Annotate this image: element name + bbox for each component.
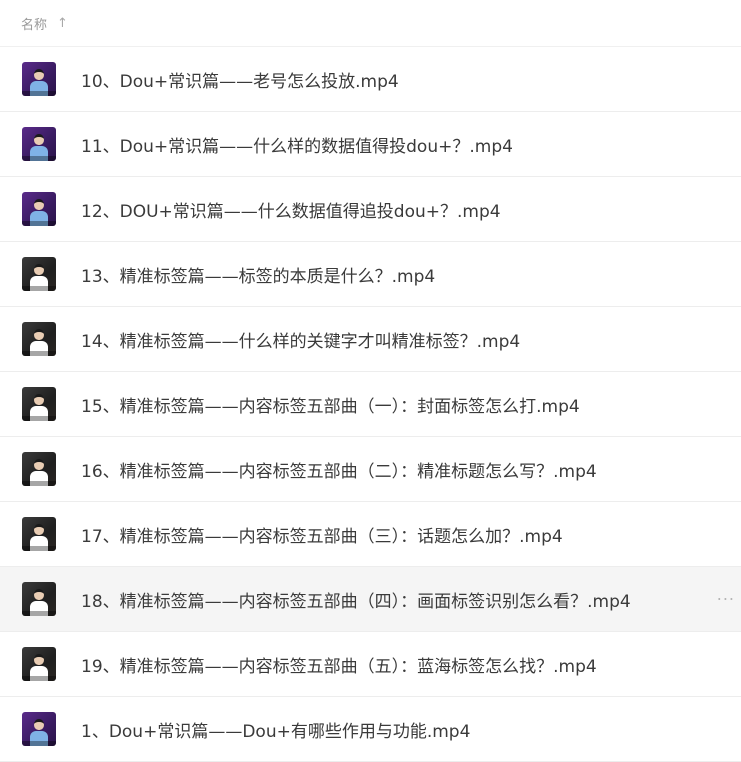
- file-name: 1、Dou+常识篇——Dou+有哪些作用与功能.mp4: [81, 721, 471, 742]
- file-name: 10、Dou+常识篇——老号怎么投放.mp4: [81, 71, 399, 92]
- file-row[interactable]: 14、精准标签篇——什么样的关键字才叫精准标签？.mp4: [0, 307, 741, 372]
- file-row[interactable]: 1、Dou+常识篇——Dou+有哪些作用与功能.mp4: [0, 697, 741, 762]
- video-thumbnail: [22, 647, 56, 681]
- video-thumbnail: [22, 257, 56, 291]
- video-thumbnail: [22, 192, 56, 226]
- name-column-header[interactable]: 名称: [21, 14, 47, 33]
- file-name: 12、DOU+常识篇——什么数据值得追投dou+？.mp4: [81, 201, 501, 222]
- file-name: 16、精准标签篇——内容标签五部曲（二）：精准标题怎么写？.mp4: [81, 461, 597, 482]
- video-thumbnail: [22, 452, 56, 486]
- file-row[interactable]: 12、DOU+常识篇——什么数据值得追投dou+？.mp4: [0, 177, 741, 242]
- file-name: 11、Dou+常识篇——什么样的数据值得投dou+？.mp4: [81, 136, 513, 157]
- file-row[interactable]: 10、Dou+常识篇——老号怎么投放.mp4: [0, 47, 741, 112]
- file-name: 14、精准标签篇——什么样的关键字才叫精准标签？.mp4: [81, 331, 521, 352]
- file-row[interactable]: 11、Dou+常识篇——什么样的数据值得投dou+？.mp4: [0, 112, 741, 177]
- file-row[interactable]: 18、精准标签篇——内容标签五部曲（四）：画面标签识别怎么看？.mp4 ···: [0, 567, 741, 632]
- video-thumbnail: [22, 712, 56, 746]
- video-thumbnail: [22, 127, 56, 161]
- video-thumbnail: [22, 387, 56, 421]
- file-row[interactable]: 17、精准标签篇——内容标签五部曲（三）：话题怎么加？.mp4: [0, 502, 741, 567]
- video-thumbnail: [22, 582, 56, 616]
- file-name: 18、精准标签篇——内容标签五部曲（四）：画面标签识别怎么看？.mp4: [81, 591, 631, 612]
- file-name: 19、精准标签篇——内容标签五部曲（五）：蓝海标签怎么找？.mp4: [81, 656, 597, 677]
- file-name: 15、精准标签篇——内容标签五部曲（一）：封面标签怎么打.mp4: [81, 396, 580, 417]
- video-thumbnail: [22, 62, 56, 96]
- file-row[interactable]: 16、精准标签篇——内容标签五部曲（二）：精准标题怎么写？.mp4: [0, 437, 741, 502]
- more-options-icon[interactable]: ···: [717, 590, 735, 609]
- file-name: 13、精准标签篇——标签的本质是什么？.mp4: [81, 266, 436, 287]
- file-row[interactable]: 19、精准标签篇——内容标签五部曲（五）：蓝海标签怎么找？.mp4: [0, 632, 741, 697]
- file-list: 10、Dou+常识篇——老号怎么投放.mp4 11、Dou+常识篇——什么样的数…: [0, 47, 741, 762]
- sort-ascending-icon[interactable]: ↑: [57, 16, 68, 31]
- video-thumbnail: [22, 322, 56, 356]
- file-name: 17、精准标签篇——内容标签五部曲（三）：话题怎么加？.mp4: [81, 526, 563, 547]
- video-thumbnail: [22, 517, 56, 551]
- file-row[interactable]: 13、精准标签篇——标签的本质是什么？.mp4: [0, 242, 741, 307]
- file-row[interactable]: 15、精准标签篇——内容标签五部曲（一）：封面标签怎么打.mp4: [0, 372, 741, 437]
- list-header: 名称 ↑: [0, 0, 741, 47]
